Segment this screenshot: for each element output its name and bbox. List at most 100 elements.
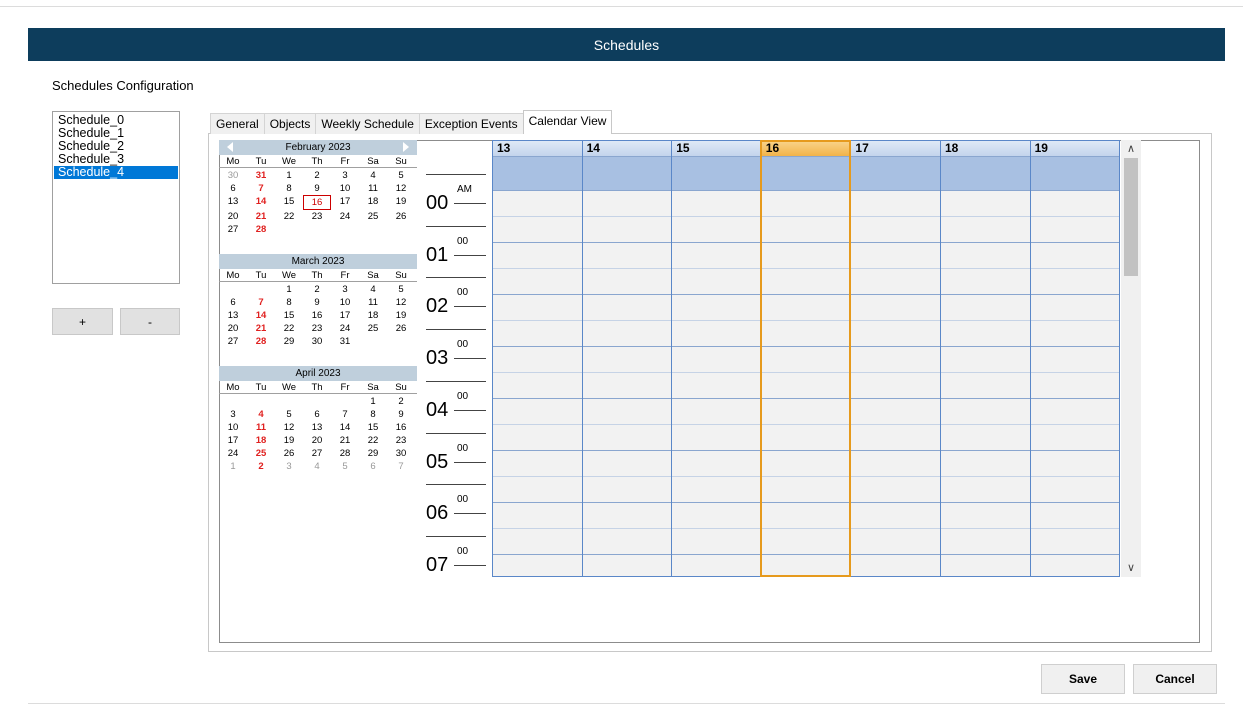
mini-calendar-day[interactable]: 2 xyxy=(303,283,331,296)
mini-calendar-day[interactable]: 12 xyxy=(387,296,415,309)
mini-calendar-day[interactable]: 26 xyxy=(387,210,415,223)
time-slot[interactable] xyxy=(672,451,761,477)
scrollbar-thumb[interactable] xyxy=(1124,158,1138,276)
mini-calendar-day[interactable]: 16 xyxy=(303,309,331,322)
all-day-area[interactable] xyxy=(941,157,1030,191)
mini-calendar-day[interactable]: 19 xyxy=(387,309,415,322)
mini-calendar-day[interactable]: 15 xyxy=(275,309,303,322)
day-header[interactable]: 19 xyxy=(1030,141,1119,157)
mini-calendar-day[interactable]: 4 xyxy=(359,283,387,296)
time-slot[interactable] xyxy=(1030,295,1119,321)
mini-calendar-day[interactable]: 9 xyxy=(387,408,415,421)
tab-objects[interactable]: Objects xyxy=(263,113,317,134)
day-column[interactable]: 19 xyxy=(1030,141,1119,576)
mini-calendar-day[interactable]: 5 xyxy=(331,460,359,473)
time-slot[interactable] xyxy=(1030,321,1119,347)
mini-calendar-day[interactable]: 29 xyxy=(359,447,387,460)
time-slot[interactable] xyxy=(582,477,672,503)
mini-calendar-day[interactable]: 20 xyxy=(219,322,247,335)
time-slot[interactable] xyxy=(1030,425,1119,451)
time-slot[interactable] xyxy=(672,425,761,451)
time-slot[interactable] xyxy=(582,269,672,295)
mini-calendar-day[interactable]: 17 xyxy=(219,434,247,447)
time-slot[interactable] xyxy=(941,373,1030,399)
time-slot[interactable] xyxy=(493,321,582,347)
mini-calendar-day[interactable]: 1 xyxy=(219,460,247,473)
time-slot[interactable] xyxy=(761,269,851,295)
time-slot[interactable] xyxy=(761,243,851,269)
mini-calendar-day[interactable]: 20 xyxy=(219,210,247,223)
time-slot[interactable] xyxy=(761,529,851,555)
mini-calendar-day[interactable]: 20 xyxy=(303,434,331,447)
mini-calendar-navigator[interactable]: February 2023 Mo Tu We Th Fr Sa Su 30 31 1 2 3 4 5 6 7 8 9… xyxy=(219,140,417,473)
remove-schedule-button[interactable]: - xyxy=(120,308,180,335)
mini-calendar-day[interactable]: 5 xyxy=(275,408,303,421)
mini-calendar-day[interactable]: 30 xyxy=(219,169,247,182)
mini-calendar-day[interactable]: 17 xyxy=(331,195,359,208)
mini-calendar-day[interactable]: 4 xyxy=(247,408,275,421)
time-slot[interactable] xyxy=(672,399,761,425)
chevron-down-icon[interactable]: ∨ xyxy=(1121,559,1141,577)
all-day-area[interactable] xyxy=(672,157,761,191)
time-slot[interactable] xyxy=(941,555,1030,576)
mini-calendar-day[interactable]: 9 xyxy=(303,296,331,309)
mini-calendar-day[interactable]: 6 xyxy=(219,182,247,195)
mini-calendar-day[interactable]: 11 xyxy=(247,421,275,434)
mini-calendar-day[interactable]: 18 xyxy=(247,434,275,447)
add-schedule-button[interactable]: + xyxy=(52,308,113,335)
time-slot[interactable] xyxy=(851,451,940,477)
mini-calendar-day[interactable]: 15 xyxy=(275,195,303,208)
mini-calendar-day[interactable]: 14 xyxy=(331,421,359,434)
chevron-up-icon[interactable]: ∧ xyxy=(1121,140,1141,158)
time-slot[interactable] xyxy=(672,529,761,555)
time-slot[interactable] xyxy=(941,451,1030,477)
mini-calendar-day[interactable]: 22 xyxy=(359,434,387,447)
time-slot[interactable] xyxy=(761,399,851,425)
day-header[interactable]: 16 xyxy=(761,141,851,157)
mini-calendar-day[interactable]: 26 xyxy=(275,447,303,460)
time-slot[interactable] xyxy=(672,503,761,529)
time-slot[interactable] xyxy=(1030,217,1119,243)
mini-calendar-day[interactable]: 10 xyxy=(219,421,247,434)
mini-calendar-day[interactable]: 10 xyxy=(331,296,359,309)
day-column[interactable]: 13 xyxy=(493,141,583,576)
day-column[interactable]: 17 xyxy=(851,141,941,576)
time-slot[interactable] xyxy=(1030,477,1119,503)
cancel-button[interactable]: Cancel xyxy=(1133,664,1217,694)
mini-calendar-day[interactable]: 30 xyxy=(303,335,331,348)
time-slot[interactable] xyxy=(761,321,851,347)
all-day-area[interactable] xyxy=(493,157,582,191)
time-slot[interactable] xyxy=(582,425,672,451)
time-slot[interactable] xyxy=(1030,243,1119,269)
time-slot[interactable] xyxy=(493,373,582,399)
mini-calendar-day[interactable]: 29 xyxy=(275,335,303,348)
mini-calendar-day[interactable]: 18 xyxy=(359,195,387,208)
mini-calendar-day[interactable]: 22 xyxy=(275,322,303,335)
mini-calendar-day[interactable]: 3 xyxy=(331,169,359,182)
time-slot[interactable] xyxy=(672,555,761,576)
day-header[interactable]: 15 xyxy=(672,141,761,157)
time-slot[interactable] xyxy=(582,373,672,399)
day-header[interactable]: 14 xyxy=(582,141,672,157)
mini-calendar-day[interactable]: 11 xyxy=(359,182,387,195)
time-slot[interactable] xyxy=(941,321,1030,347)
mini-calendar-day[interactable]: 31 xyxy=(331,335,359,348)
day-column-today[interactable]: 16 xyxy=(761,141,852,576)
mini-calendar-day[interactable]: 3 xyxy=(331,283,359,296)
mini-calendar-day[interactable]: 12 xyxy=(387,182,415,195)
mini-calendar-day[interactable]: 26 xyxy=(387,322,415,335)
day-header[interactable]: 18 xyxy=(941,141,1030,157)
day-header[interactable]: 17 xyxy=(851,141,940,157)
tab-weekly-schedule[interactable]: Weekly Schedule xyxy=(315,113,420,134)
time-slot[interactable] xyxy=(761,477,851,503)
time-slot[interactable] xyxy=(582,503,672,529)
mini-calendar-day[interactable]: 22 xyxy=(275,210,303,223)
mini-calendar-day[interactable]: 19 xyxy=(387,195,415,208)
time-slot[interactable] xyxy=(1031,555,1119,576)
mini-calendar-day[interactable]: 24 xyxy=(331,210,359,223)
time-slot[interactable] xyxy=(493,269,582,295)
time-slot[interactable] xyxy=(851,347,940,373)
time-slot[interactable] xyxy=(1030,373,1119,399)
time-slot[interactable] xyxy=(493,529,582,555)
time-slot[interactable] xyxy=(582,217,672,243)
